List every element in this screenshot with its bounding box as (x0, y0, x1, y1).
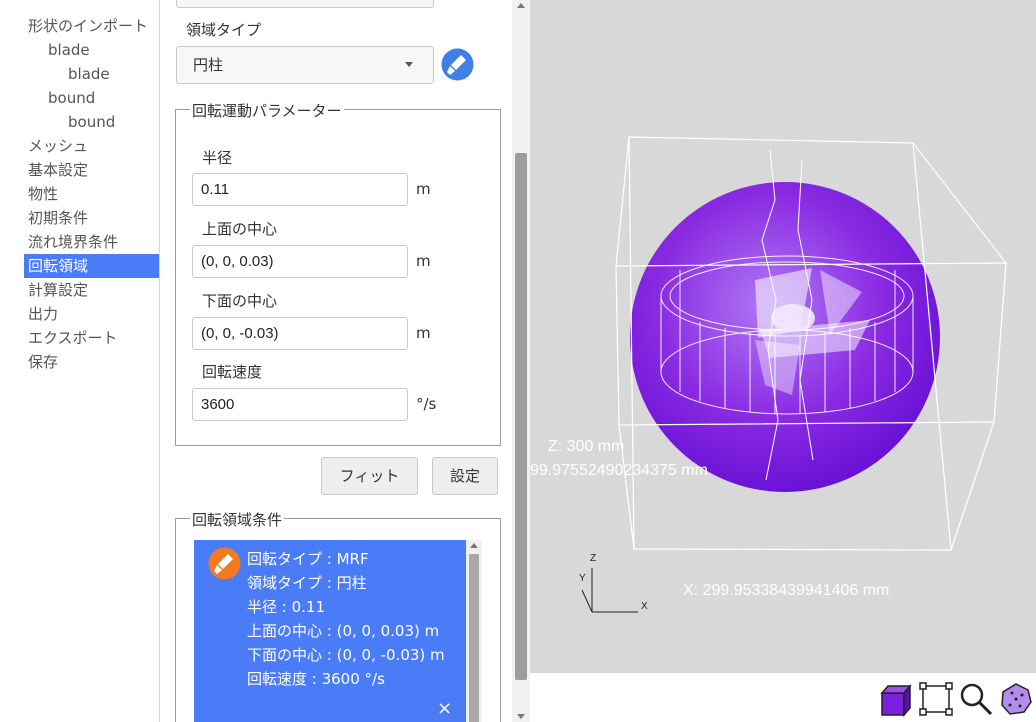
condition-top-center: 上面の中心 : (0, 0, 0.03) m (247, 622, 440, 640)
settings-panel: 領域タイプ 円柱 回転運動パラメーター 半径 0.11 m 上面の中心 (0, … (160, 0, 512, 722)
fit-button[interactable]: フィット (321, 457, 418, 495)
brush-icon (208, 547, 241, 580)
top-center-label: 上面の中心 (202, 220, 278, 238)
set-button[interactable]: 設定 (432, 457, 498, 495)
condition-domain-type: 領域タイプ : 円柱 (247, 574, 367, 592)
top-center-input[interactable]: (0, 0, 0.03) (192, 245, 408, 278)
sidebar-item-output[interactable]: 出力 (24, 302, 58, 326)
sidebar-item-basic-settings[interactable]: 基本設定 (24, 158, 88, 182)
sidebar-item-bound-child[interactable]: bound (64, 110, 115, 134)
speed-label: 回転速度 (202, 363, 263, 381)
sidebar-item-properties[interactable]: 物性 (24, 182, 58, 206)
sidebar-item-export[interactable]: エクスポート (24, 326, 118, 350)
sidebar-item-blade[interactable]: blade (44, 38, 90, 62)
condition-radius: 半径 : 0.11 (247, 598, 325, 616)
scroll-up-icon[interactable] (517, 3, 525, 8)
fit-frame-icon[interactable] (918, 681, 954, 717)
cube-icon[interactable] (876, 681, 912, 717)
chevron-down-icon (405, 62, 413, 67)
axis-z-label: Z (590, 553, 597, 564)
panel-scroll-thumb[interactable] (515, 153, 527, 680)
scroll-down-icon[interactable] (517, 714, 525, 719)
y-dimension-label: 99.97552490234375 mm (530, 462, 708, 479)
x-dimension-label: X: 299.95338439941406 mm (683, 582, 890, 599)
sidebar-item-calc-settings[interactable]: 計算設定 (24, 278, 88, 302)
zoom-icon[interactable] (958, 681, 994, 717)
speed-input[interactable]: 3600 (192, 388, 408, 421)
domain-type-label: 領域タイプ (186, 21, 262, 39)
viewer-toolbar (530, 673, 1036, 722)
sidebar-item-shape-import[interactable]: 形状のインポート (24, 14, 160, 38)
sidebar-item-bound[interactable]: bound (44, 86, 95, 110)
condition-rotation-type: 回転タイプ : MRF (247, 550, 369, 568)
sidebar-item-initial-conditions[interactable]: 初期条件 (24, 206, 88, 230)
axis-y-label: Y (579, 573, 586, 584)
condition-speed: 回転速度 : 3600 °/s (247, 670, 385, 688)
top-center-unit: m (416, 252, 431, 270)
conditions-scroll-thumb[interactable] (469, 554, 479, 722)
radius-input[interactable]: 0.11 (192, 173, 408, 206)
3d-viewer[interactable]: Z: 300 mm 99.97552490234375 mm X: 299.95… (530, 0, 1036, 673)
sidebar-item-rotation-region[interactable]: 回転領域 (24, 254, 159, 278)
speed-unit: °/s (416, 395, 437, 413)
sidebar: 形状のインポート blade blade bound bound メッシュ 基本… (0, 0, 160, 722)
brush-icon[interactable] (441, 48, 474, 81)
3d-scene (581, 136, 1008, 613)
conditions-scrollbar[interactable] (466, 540, 482, 722)
conditions-title: 回転領域条件 (190, 509, 285, 530)
bottom-center-label: 下面の中心 (202, 292, 278, 310)
domain-type-select[interactable]: 円柱 (176, 46, 434, 84)
sidebar-item-save[interactable]: 保存 (24, 350, 58, 374)
scroll-up-icon[interactable] (470, 543, 478, 548)
previous-select-clipped[interactable] (176, 0, 434, 8)
sidebar-item-mesh[interactable]: メッシュ (24, 134, 88, 158)
rotation-params-title: 回転運動パラメーター (190, 100, 344, 121)
axis-x-label: X (641, 601, 648, 612)
close-icon[interactable]: × (437, 698, 452, 719)
condition-card[interactable]: 回転タイプ : MRF 領域タイプ : 円柱 半径 : 0.11 上面の中心 :… (194, 540, 466, 722)
sidebar-item-blade-child[interactable]: blade (64, 62, 110, 86)
panel-scrollbar[interactable] (512, 0, 530, 722)
sidebar-item-flow-boundary[interactable]: 流れ境界条件 (24, 230, 118, 254)
bottom-center-unit: m (416, 324, 431, 342)
radius-label: 半径 (202, 149, 233, 167)
radius-unit: m (416, 180, 431, 198)
condition-bottom-center: 下面の中心 : (0, 0, -0.03) m (247, 646, 445, 664)
domain-type-value: 円柱 (193, 56, 224, 74)
z-dimension-label: Z: 300 mm (548, 438, 625, 455)
bottom-center-input[interactable]: (0, 0, -0.03) (192, 317, 408, 350)
axis-triad (581, 568, 638, 613)
mesh-sphere-icon[interactable] (998, 681, 1034, 717)
